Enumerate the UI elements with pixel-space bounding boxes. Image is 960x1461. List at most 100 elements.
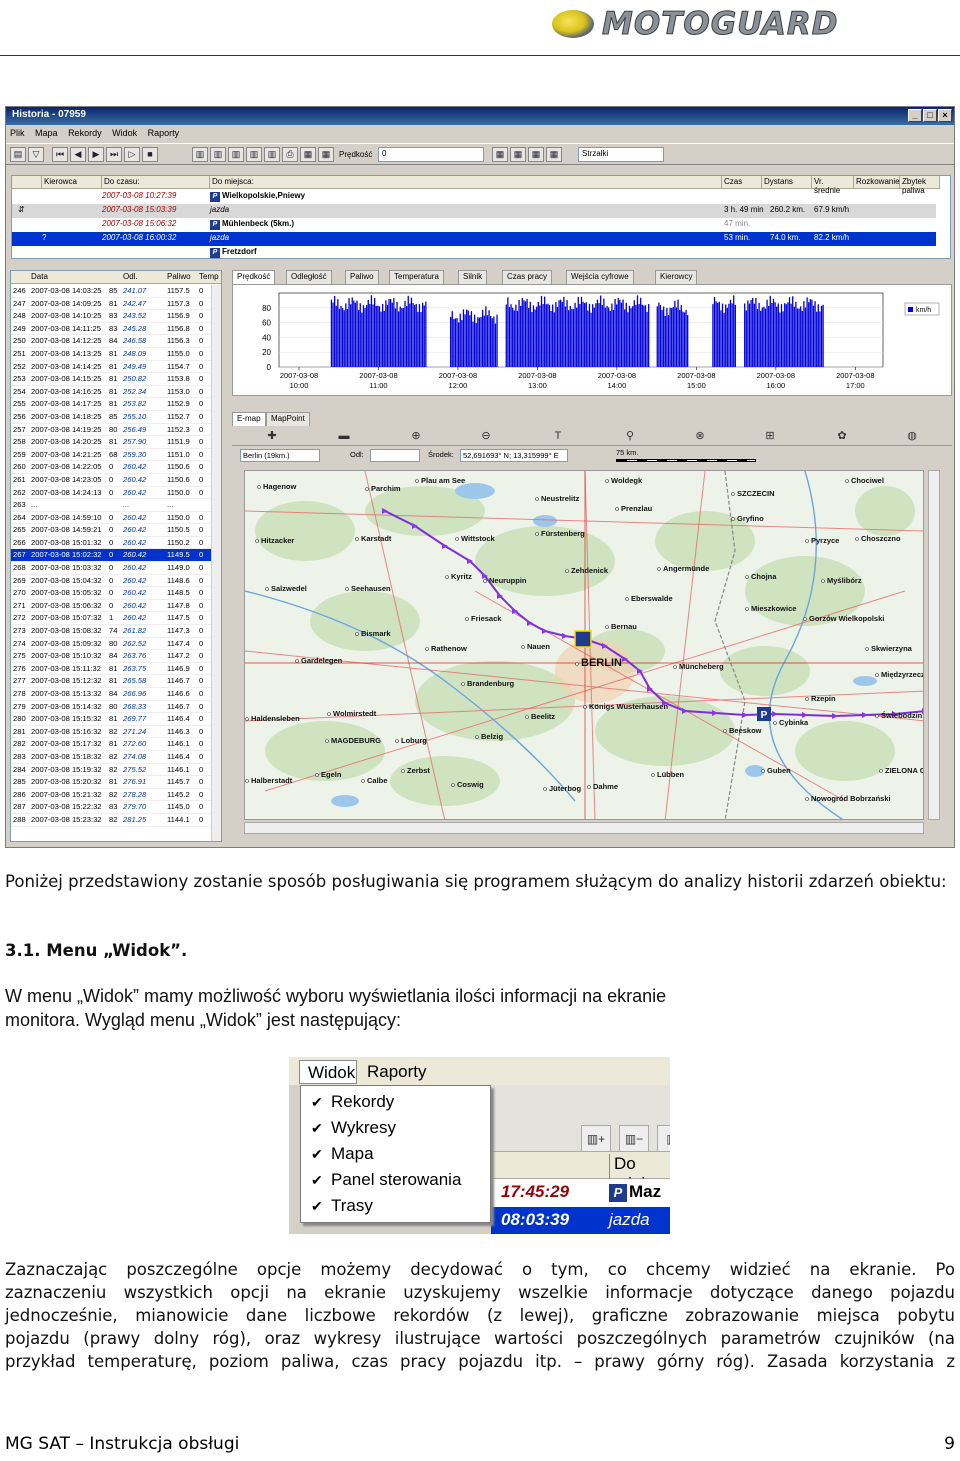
record-row[interactable]: 252 2007-03-08 14:14:25 81 249.49 1154.7 0 (11, 361, 211, 374)
records-col-data[interactable]: Data (31, 272, 48, 281)
map-hscroll[interactable] (244, 822, 924, 834)
record-row[interactable]: 258 2007-03-08 14:20:25 81 257.90 1151.9 0 (11, 436, 211, 449)
record-row[interactable]: 274 2007-03-08 15:09:32 80 262.52 1147.4 0 (11, 638, 211, 651)
maximize-button[interactable]: □ (923, 109, 937, 122)
tab-e-map[interactable]: E-map (232, 412, 266, 426)
record-row[interactable]: 284 2007-03-08 15:19:32 82 275.52 1146.1 0 (11, 764, 211, 777)
record-row[interactable]: 270 2007-03-08 15:05:32 0 260.42 1148.5 0 (11, 587, 211, 600)
hist-col-czas[interactable]: Czas (722, 176, 762, 189)
record-row[interactable]: 287 2007-03-08 15:22:32 83 279.70 1145.0 0 (11, 801, 211, 814)
next-icon[interactable]: ▶ (88, 147, 104, 162)
hist-col-zbytek[interactable]: Zbytek paliwa (900, 176, 940, 195)
arrows-select[interactable]: Strzałki (578, 147, 664, 162)
record-row[interactable]: 259 2007-03-08 14:21:25 68 259.30 1151.0 0 (11, 449, 211, 462)
chart-tab[interactable]: Prędkość (232, 270, 276, 284)
record-row[interactable]: 261 2007-03-08 14:23:05 0 260.42 1150.6 0 (11, 474, 211, 487)
ms-bar-icon[interactable]: ▥ (657, 1125, 670, 1153)
record-row[interactable]: 279 2007-03-08 15:14:32 80 268.33 1146.7 0 (11, 701, 211, 714)
record-row[interactable]: 264 2007-03-08 14:59:10 0 260.42 1150.0 0 (11, 512, 211, 525)
records-col-odl[interactable]: Odl. (123, 272, 138, 281)
record-row[interactable]: 265 2007-03-08 14:59:21 0 260.42 1150.5 0 (11, 524, 211, 537)
hist-col-do-czasu[interactable]: Do czasu: (102, 176, 210, 189)
record-row[interactable]: 247 2007-03-08 14:09:25 81 242.47 1157.3 0 (11, 298, 211, 311)
menu-plik[interactable]: Plik (10, 128, 25, 138)
menu-widok[interactable]: Widok (112, 128, 137, 138)
chart-tab[interactable]: Paliwo (345, 270, 379, 284)
records-scrollbar[interactable] (211, 285, 221, 841)
route-map[interactable]: P Hagenow Parchim Plau am See Woldegk SZCZECI… (244, 470, 924, 820)
menu-rekordy[interactable]: Rekordy (68, 128, 102, 138)
record-row[interactable]: 280 2007-03-08 15:15:32 81 269.77 1146.4 0 (11, 713, 211, 726)
record-row[interactable]: 251 2007-03-08 14:13:25 81 248.09 1155.0 0 (11, 348, 211, 361)
chart-tab[interactable]: Silnik (458, 270, 488, 284)
hist-col-vr-srednie[interactable]: Vr. średnie (812, 176, 854, 195)
record-row[interactable]: 257 2007-03-08 14:19:25 80 256.49 1152.3 0 (11, 424, 211, 437)
map-city-field[interactable]: Berlin (19km.) (240, 449, 320, 462)
bar-chart-icon[interactable]: ▥ (246, 147, 262, 162)
record-row[interactable]: 250 2007-03-08 14:12:25 84 246.58 1156.3 0 (11, 335, 211, 348)
text-icon[interactable]: T (550, 429, 566, 443)
chart-tab[interactable]: Kierowcy (655, 270, 698, 284)
chart-tab[interactable]: Wejścia cyfrowe (566, 270, 634, 284)
srodek-field[interactable]: 52,691693° N; 13,315999° E (460, 449, 568, 462)
record-row[interactable]: 282 2007-03-08 15:17:32 81 272.60 1146.1 0 (11, 738, 211, 751)
odl-field[interactable] (370, 449, 420, 462)
hist-col-kierowca[interactable]: Kierowca (42, 176, 102, 189)
menu-item-rekordy[interactable]: ✔ Rekordy (311, 1089, 394, 1115)
map-vscroll[interactable] (928, 470, 940, 820)
menu-item-wykresy[interactable]: ✔ Wykresy (311, 1115, 396, 1141)
remove-bar-icon[interactable]: ▥ (210, 147, 226, 162)
record-row[interactable]: 276 2007-03-08 15:11:32 81 263.75 1146.9 0 (11, 663, 211, 676)
record-row[interactable]: 271 2007-03-08 15:06:32 0 260.42 1147.8 0 (11, 600, 211, 613)
history-row[interactable]: P Fretzdorf (12, 246, 936, 260)
ms-add-bar-icon[interactable]: ▥+ (581, 1125, 611, 1153)
record-row[interactable]: 266 2007-03-08 15:01:32 0 260.42 1150.2 0 (11, 537, 211, 550)
menu-raporty[interactable]: Raporty (148, 128, 180, 138)
remove-icon[interactable]: ⊖ (478, 429, 494, 443)
speed-field[interactable]: 0 (378, 147, 484, 162)
menu-mapa[interactable]: Mapa (35, 128, 58, 138)
prev-icon[interactable]: ◀ (70, 147, 86, 162)
ms-remove-bar-icon[interactable]: ▥− (619, 1125, 649, 1153)
record-row[interactable]: 269 2007-03-08 15:04:32 0 260.42 1148.6 0 (11, 575, 211, 588)
record-row[interactable]: 281 2007-03-08 15:16:32 82 271.24 1146.3 0 (11, 726, 211, 739)
table4-icon[interactable]: ▦ (546, 147, 562, 162)
close-button[interactable]: × (938, 109, 952, 122)
hist-col-do-miejsca[interactable]: Do miejsca: (210, 176, 722, 189)
chart-tab[interactable]: Temperatura (389, 270, 444, 284)
record-row[interactable]: 263......... (11, 499, 211, 512)
ms-row-selected[interactable]: 08:03:39 jazda (491, 1207, 670, 1234)
chart-tab[interactable]: Czas pracy (502, 270, 553, 284)
search-icon[interactable]: ⚲ (622, 429, 638, 443)
menu-item-panel-sterowania[interactable]: ✔ Panel sterowania (311, 1167, 461, 1193)
record-row[interactable]: 283 2007-03-08 15:18:32 82 274.08 1146.4 0 (11, 751, 211, 764)
paw-icon[interactable]: ✿ (834, 429, 850, 443)
record-row[interactable]: 260 2007-03-08 14:22:05 0 260.42 1150.6 0 (11, 461, 211, 474)
route-icon[interactable]: ⊗ (692, 429, 708, 443)
zoom-out-icon[interactable]: ▬ (336, 429, 352, 443)
record-row[interactable]: 249 2007-03-08 14:11:25 83 245.28 1156.8 0 (11, 323, 211, 336)
history-row[interactable]: 2007-03-08 15:06:32 P Mühlenbeck (5km.) 4… (12, 218, 936, 232)
records-col-paliwo[interactable]: Paliwo (167, 272, 191, 281)
target-icon[interactable]: ⊕ (408, 429, 424, 443)
record-row[interactable]: 272 2007-03-08 15:07:32 1 260.42 1147.5 0 (11, 612, 211, 626)
record-row[interactable]: 277 2007-03-08 15:12:32 81 265.58 1146.7 0 (11, 675, 211, 688)
record-row[interactable]: 275 2007-03-08 15:10:32 84 263.76 1147.2 0 (11, 650, 211, 663)
last-icon[interactable]: ⏭ (106, 147, 122, 162)
export-icon[interactable]: ▦ (300, 147, 316, 162)
print-icon[interactable]: ⎙ (282, 147, 298, 162)
tab-mappoint[interactable]: MapPoint (266, 412, 310, 426)
history-row[interactable]: ⇵ 2007-03-08 15:03:39 jazda 3 h. 49 min … (12, 204, 936, 218)
record-row[interactable]: 246 2007-03-08 14:03:25 85 241.07 1157.5 0 (11, 285, 211, 298)
record-row[interactable]: 285 2007-03-08 15:20:32 81 276.91 1145.7 0 (11, 776, 211, 789)
ms-menu-widok[interactable]: Widok (299, 1060, 357, 1084)
grid-icon[interactable]: ⊞ (762, 429, 778, 443)
chart-icon[interactable]: ▥ (264, 147, 280, 162)
zoom-bar-icon[interactable]: ▥ (228, 147, 244, 162)
records-col-temp[interactable]: Temp (199, 272, 219, 281)
play-icon[interactable]: ▷ (124, 147, 140, 162)
record-row[interactable]: 253 2007-03-08 14:15:25 81 250.82 1153.8 0 (11, 373, 211, 386)
menu-item-trasy[interactable]: ✔ Trasy (311, 1193, 373, 1219)
globe-icon[interactable]: ◍ (904, 429, 920, 443)
record-row[interactable]: 267 2007-03-08 15:02:32 0 260.42 1149.5 0 (11, 549, 211, 563)
